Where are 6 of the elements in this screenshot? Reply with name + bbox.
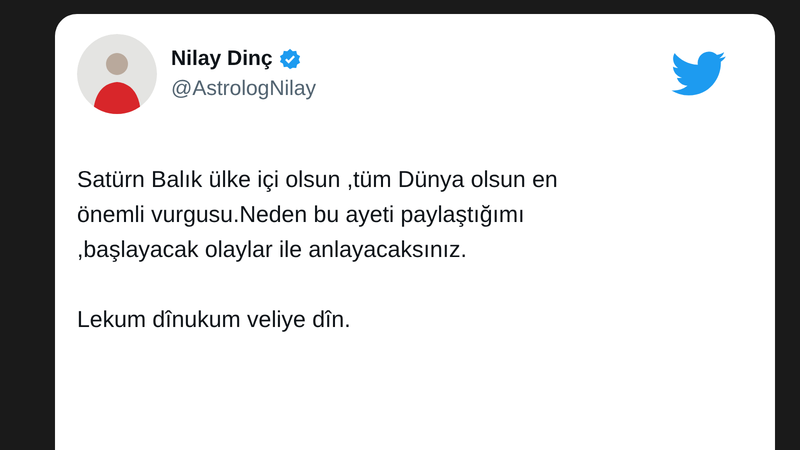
bird-logo-icon (671, 51, 727, 97)
author-name[interactable]: Nilay Dinç (171, 47, 273, 71)
tweet-text: Satürn Balık ülke içi olsun ,tüm Dünya olsun en önemli vurgusu.Neden bu ayeti paylaştığımı ,başlayacak olaylar ile anlayacaksınız. (77, 165, 559, 264)
avatar[interactable] (77, 34, 157, 114)
author-handle[interactable]: @AstrologNilay (171, 77, 671, 101)
tweet-text: Lekum dînukum veliye dîn. (77, 305, 352, 334)
